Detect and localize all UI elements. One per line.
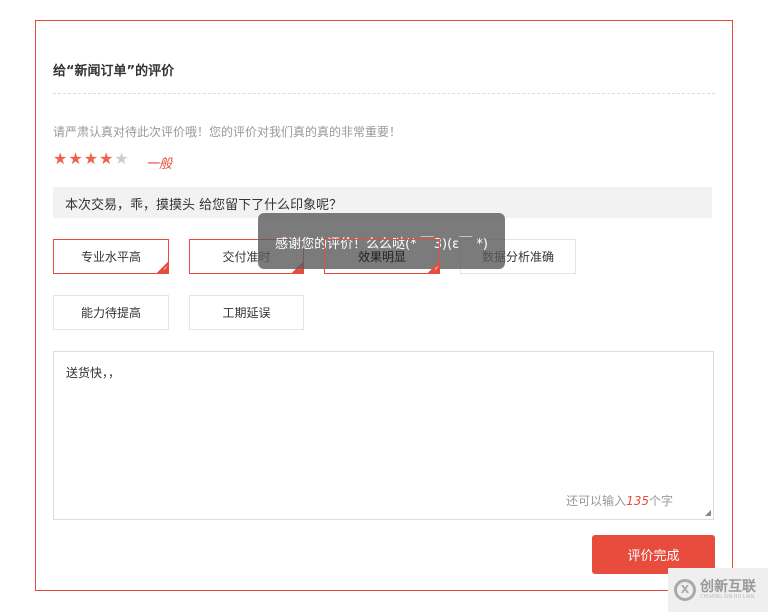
- remaining-count: 135: [626, 494, 649, 508]
- star-icon[interactable]: ★: [84, 149, 98, 168]
- watermark: X 创新互联 CHUANG XIN HU LIAN: [668, 568, 768, 612]
- watermark-sub: CHUANG XIN HU LIAN: [700, 594, 755, 600]
- char-counter: 还可以输入135个字: [566, 492, 673, 509]
- star-icon[interactable]: ★: [99, 149, 113, 168]
- star-icon[interactable]: ★: [114, 149, 128, 168]
- tag-option[interactable]: 数据分析准确: [460, 239, 576, 274]
- tag-option[interactable]: 专业水平高: [53, 239, 169, 274]
- tag-option[interactable]: 工期延误: [189, 295, 304, 330]
- rating-label: 一般: [146, 157, 173, 172]
- tag-option[interactable]: 效果明显: [324, 239, 440, 274]
- impression-question: 本次交易，乖，摸摸头 给您留下了什么印象呢？: [53, 187, 712, 218]
- watermark-name: 创新互联: [700, 579, 756, 595]
- counter-prefix: 还可以输入: [566, 494, 627, 508]
- tag-option[interactable]: 能力待提高: [53, 295, 169, 330]
- star-icon[interactable]: ★: [68, 149, 82, 168]
- watermark-logo-icon: X: [674, 579, 696, 601]
- comment-textarea[interactable]: 送货快，， 还可以输入135个字 ◢: [53, 351, 714, 520]
- star-icon[interactable]: ★: [53, 149, 67, 168]
- counter-suffix: 个字: [648, 494, 673, 508]
- tag-option[interactable]: 交付准时: [189, 239, 304, 274]
- star-rating[interactable]: ★ ★ ★ ★ ★: [53, 149, 129, 168]
- resize-handle-icon[interactable]: ◢: [705, 508, 711, 517]
- comment-text: 送货快，，: [66, 366, 121, 380]
- divider: [53, 93, 715, 94]
- review-hint: 请严肃认真对待此次评价哦！您的评价对我们真的真的非常重要！: [53, 125, 402, 139]
- page-title: 给“新闻订单”的评价: [53, 64, 175, 79]
